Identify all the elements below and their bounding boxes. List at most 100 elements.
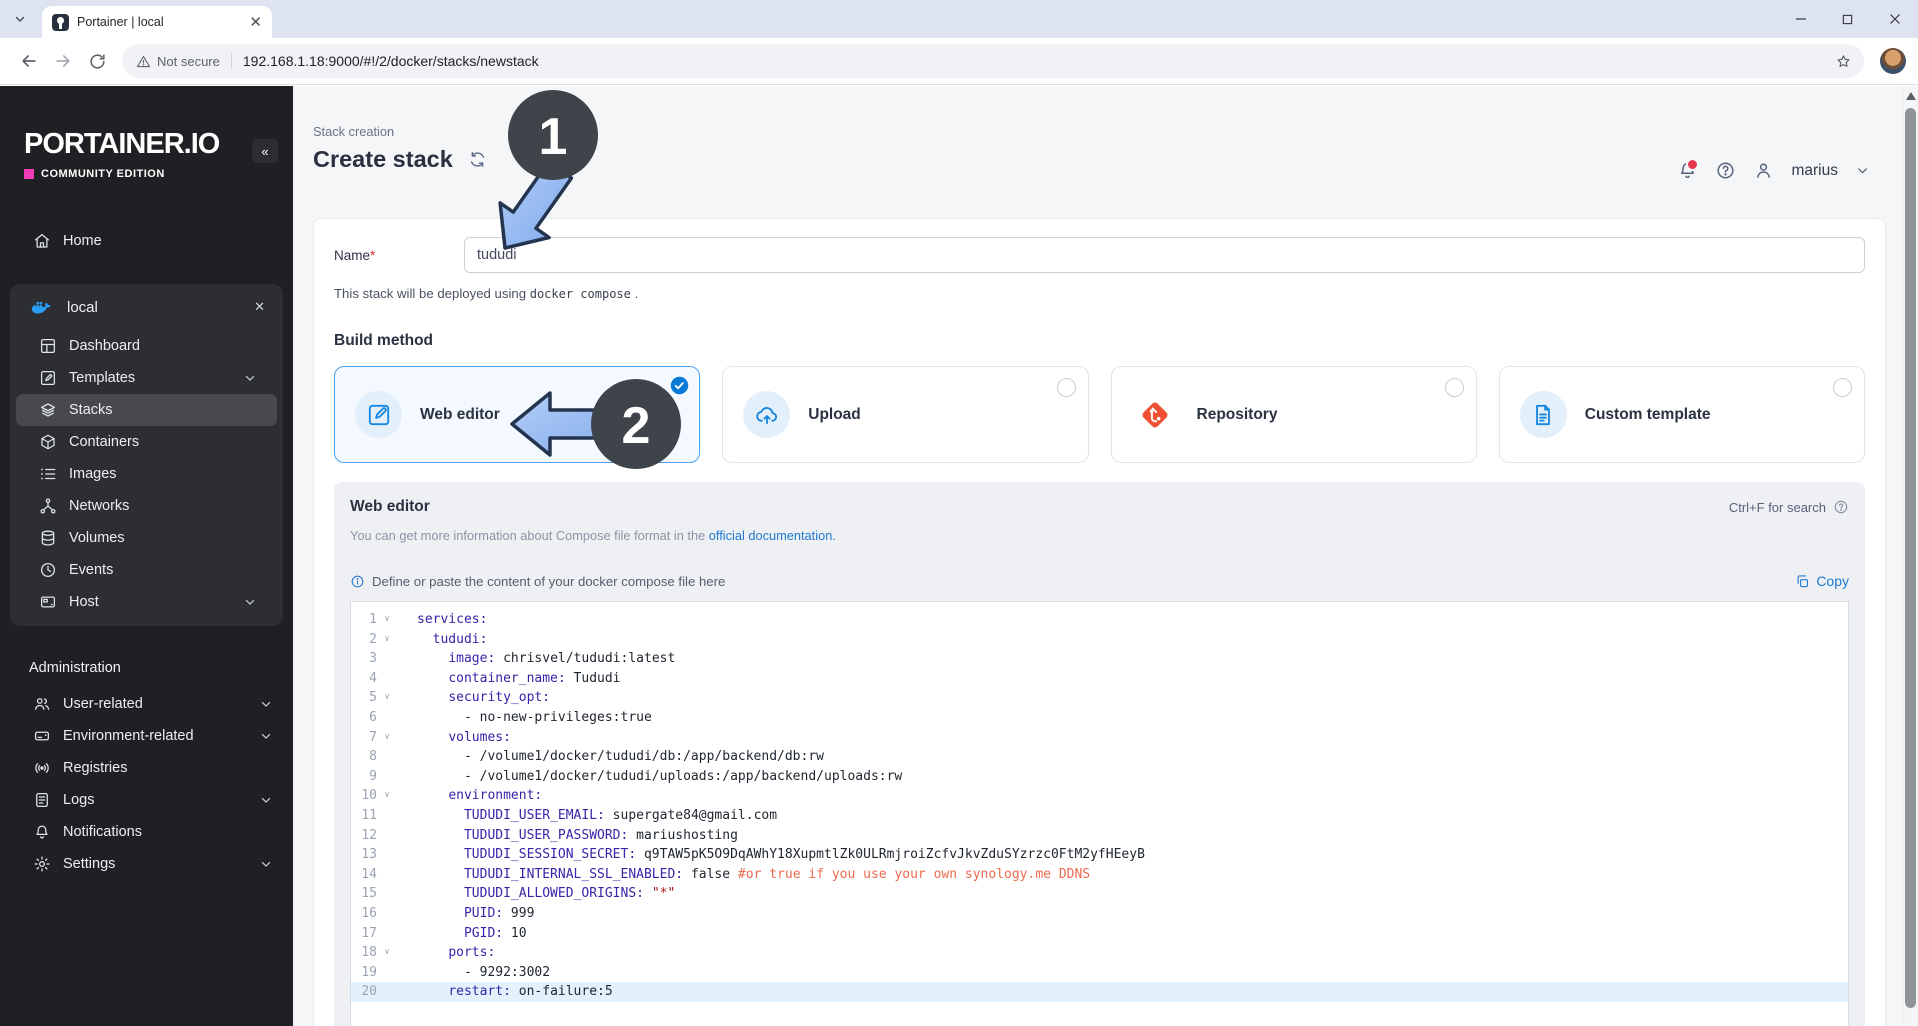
code-line-20[interactable]: 20 restart: on-failure:5 — [351, 982, 1848, 1002]
sidebar-item-home[interactable]: Home — [0, 222, 293, 260]
environment-name: local — [67, 299, 238, 316]
fold-spacer — [377, 708, 397, 728]
build-method-custom-template[interactable]: Custom template — [1499, 366, 1865, 463]
code-line-16[interactable]: 16 PUID: 999 — [351, 904, 1848, 924]
sidebar-item-user-related[interactable]: User-related — [0, 688, 293, 720]
bookmark-star-icon[interactable] — [1828, 46, 1858, 76]
window-minimize-button[interactable] — [1777, 0, 1824, 38]
line-number: 8 — [351, 747, 377, 767]
required-asterisk: * — [370, 248, 375, 263]
copy-button[interactable]: Copy — [1795, 573, 1849, 589]
username[interactable]: marius — [1791, 162, 1838, 180]
notifications-icon — [33, 823, 51, 841]
code-text: - no-new-privileges:true — [397, 708, 652, 728]
fold-chevron-icon[interactable]: ∨ — [377, 728, 397, 748]
option-radio[interactable] — [1057, 378, 1076, 397]
build-method-upload[interactable]: Upload — [722, 366, 1088, 463]
sidebar-item-images[interactable]: Images — [16, 458, 277, 490]
tab-search-chevron-icon[interactable] — [8, 8, 32, 30]
events-icon — [39, 561, 57, 579]
window-maximize-button[interactable] — [1824, 0, 1871, 38]
sidebar-item-settings[interactable]: Settings — [0, 848, 293, 880]
code-line-17[interactable]: 17 PGID: 10 — [351, 924, 1848, 944]
reload-icon[interactable] — [80, 44, 114, 78]
url-bar[interactable]: Not secure 192.168.1.18:9000/#!/2/docker… — [122, 44, 1864, 78]
window-close-button[interactable] — [1871, 0, 1918, 38]
chevron-down-icon — [259, 697, 273, 711]
stacks-icon — [39, 401, 57, 419]
environment-close-icon[interactable]: ✕ — [250, 297, 269, 317]
code-line-1[interactable]: 1∨services: — [351, 610, 1848, 630]
code-line-3[interactable]: 3 image: chrisvel/tududi:latest — [351, 649, 1848, 669]
user-menu-chevron-icon[interactable] — [1855, 163, 1870, 178]
code-line-14[interactable]: 14 TUDUDI_INTERNAL_SSL_ENABLED: false #o… — [351, 865, 1848, 885]
chevron-down-icon — [243, 595, 257, 609]
fold-chevron-icon[interactable]: ∨ — [377, 688, 397, 708]
custom-template-icon — [1520, 391, 1567, 438]
back-icon[interactable] — [12, 44, 46, 78]
compose-code-editor[interactable]: 1∨services:2∨ tududi:3 image: chrisvel/t… — [350, 601, 1849, 1026]
code-line-15[interactable]: 15 TUDUDI_ALLOWED_ORIGINS: "*" — [351, 884, 1848, 904]
notifications-bell-icon[interactable] — [1677, 160, 1698, 181]
stack-name-input[interactable] — [464, 237, 1865, 273]
fold-chevron-icon[interactable]: ∨ — [377, 943, 397, 963]
sidebar-item-environment-related[interactable]: Environment-related — [0, 720, 293, 752]
sidebar-collapse-button[interactable]: « — [252, 139, 278, 163]
sidebar-item-registries[interactable]: Registries — [0, 752, 293, 784]
fold-spacer — [377, 806, 397, 826]
build-method-web-editor[interactable]: Web editor — [334, 366, 700, 463]
code-line-9[interactable]: 9 - /volume1/docker/tududi/uploads:/app/… — [351, 767, 1848, 787]
line-number: 3 — [351, 649, 377, 669]
line-number: 16 — [351, 904, 377, 924]
official-documentation-link[interactable]: official documentation. — [709, 528, 836, 543]
help-icon[interactable] — [1715, 160, 1736, 181]
stack-form-card: Name* This stack will be deployed using … — [313, 218, 1886, 1026]
forward-icon[interactable] — [46, 44, 80, 78]
option-radio[interactable] — [1833, 378, 1852, 397]
browser-tab[interactable]: Portainer | local ✕ — [42, 6, 272, 38]
sidebar-item-notifications[interactable]: Notifications — [0, 816, 293, 848]
code-line-13[interactable]: 13 TUDUDI_SESSION_SECRET: q9TAW5pK5O9DqA… — [351, 845, 1848, 865]
fold-spacer — [377, 982, 397, 1002]
sidebar-item-networks[interactable]: Networks — [16, 490, 277, 522]
line-number: 15 — [351, 884, 377, 904]
code-line-5[interactable]: 5∨ security_opt: — [351, 688, 1848, 708]
breadcrumb[interactable]: Stack creation — [313, 124, 394, 139]
option-radio[interactable] — [1445, 378, 1464, 397]
sidebar-item-logs[interactable]: Logs — [0, 784, 293, 816]
volumes-icon — [39, 529, 57, 547]
build-method-repository[interactable]: Repository — [1111, 366, 1477, 463]
sidebar-item-stacks[interactable]: Stacks — [16, 394, 277, 426]
code-line-6[interactable]: 6 - no-new-privileges:true — [351, 708, 1848, 728]
code-line-8[interactable]: 8 - /volume1/docker/tududi/db:/app/backe… — [351, 747, 1848, 767]
scrollbar-up-arrow[interactable] — [1906, 92, 1916, 100]
fold-spacer — [377, 669, 397, 689]
code-line-12[interactable]: 12 TUDUDI_USER_PASSWORD: mariushosting — [351, 826, 1848, 846]
page-scrollbar[interactable] — [1902, 86, 1918, 1026]
code-line-7[interactable]: 7∨ volumes: — [351, 728, 1848, 748]
user-icon[interactable] — [1753, 160, 1774, 181]
refresh-icon[interactable] — [468, 150, 487, 169]
fold-chevron-icon[interactable]: ∨ — [377, 610, 397, 630]
sidebar-item-templates[interactable]: Templates — [16, 362, 277, 394]
code-line-19[interactable]: 19 - 9292:3002 — [351, 963, 1848, 983]
code-line-2[interactable]: 2∨ tududi: — [351, 630, 1848, 650]
sidebar-item-volumes[interactable]: Volumes — [16, 522, 277, 554]
sidebar-item-host[interactable]: Host — [16, 586, 277, 618]
sidebar-item-dashboard[interactable]: Dashboard — [16, 330, 277, 362]
search-help-icon[interactable] — [1833, 499, 1849, 515]
line-number: 10 — [351, 786, 377, 806]
code-line-4[interactable]: 4 container_name: Tududi — [351, 669, 1848, 689]
tab-close-icon[interactable]: ✕ — [249, 15, 262, 30]
not-secure-badge[interactable]: Not secure — [136, 54, 220, 69]
code-line-11[interactable]: 11 TUDUDI_USER_EMAIL: supergate84@gmail.… — [351, 806, 1848, 826]
code-line-10[interactable]: 10∨ environment: — [351, 786, 1848, 806]
fold-chevron-icon[interactable]: ∨ — [377, 630, 397, 650]
browser-profile-avatar[interactable] — [1880, 48, 1906, 74]
scrollbar-thumb[interactable] — [1905, 108, 1916, 1008]
code-line-18[interactable]: 18∨ ports: — [351, 943, 1848, 963]
sidebar-item-events[interactable]: Events — [16, 554, 277, 586]
fold-chevron-icon[interactable]: ∨ — [377, 786, 397, 806]
sidebar-item-containers[interactable]: Containers — [16, 426, 277, 458]
environment-header[interactable]: local ✕ — [10, 284, 283, 330]
